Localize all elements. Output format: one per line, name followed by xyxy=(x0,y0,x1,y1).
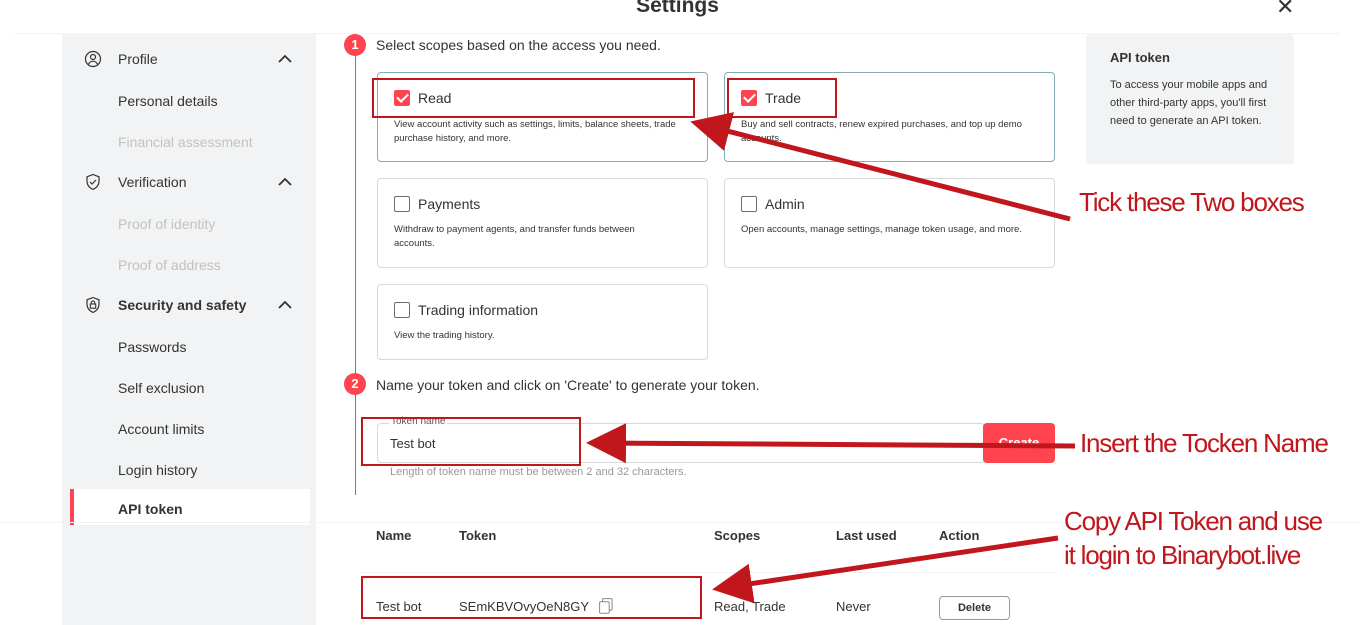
sidebar-group-label: Profile xyxy=(118,51,158,67)
step-2-badge: 2 xyxy=(344,373,366,395)
shield-check-icon xyxy=(86,173,100,191)
sidebar-group-label: Verification xyxy=(118,174,187,190)
annotation-highlight-token-name xyxy=(361,417,581,466)
step-2-text: Name your token and click on 'Create' to… xyxy=(376,377,760,393)
step-1-text: Select scopes based on the access you ne… xyxy=(376,37,661,53)
column-header-action: Action xyxy=(939,528,980,543)
scope-title: Trading information xyxy=(418,302,539,318)
delete-button[interactable]: Delete xyxy=(939,596,1010,620)
scope-title: Admin xyxy=(765,196,805,212)
annotation-highlight-token-row xyxy=(361,576,702,619)
annotation-copy-line-1: Copy API Token and use xyxy=(1064,506,1323,536)
scope-description: Withdraw to payment agents, and transfer… xyxy=(394,224,635,249)
sidebar-item-login-history[interactable]: Login history xyxy=(118,462,197,478)
scope-description: Buy and sell contracts, renew expired pu… xyxy=(741,119,1022,144)
api-token-info-box: API token To access your mobile apps and… xyxy=(1086,34,1294,164)
info-body: To access your mobile apps and other thi… xyxy=(1110,79,1268,127)
sidebar-group-label: Security and safety xyxy=(118,297,247,313)
sidebar-item-account-limits[interactable]: Account limits xyxy=(118,421,204,437)
sidebar-group-profile[interactable]: Profile xyxy=(62,44,316,74)
annotation-arrow-copy xyxy=(712,535,1059,604)
token-row-last-used: Never xyxy=(836,599,871,614)
scope-description: View the trading history. xyxy=(394,330,495,341)
scope-description: View account activity such as settings, … xyxy=(394,119,676,144)
scope-card-payments[interactable]: Payments Withdraw to payment agents, and… xyxy=(377,178,708,268)
chevron-up-icon[interactable] xyxy=(277,174,293,190)
user-icon xyxy=(84,50,102,68)
annotation-copy-line-2: it login to Binarybot.live xyxy=(1064,540,1301,570)
scope-card-trading-information[interactable]: Trading information View the trading his… xyxy=(377,284,708,360)
lock-icon xyxy=(86,296,100,314)
scope-title: Payments xyxy=(418,196,481,212)
column-header-scopes: Scopes xyxy=(714,528,761,543)
sidebar-item-proof-of-identity: Proof of identity xyxy=(118,216,216,232)
payments-checkbox[interactable] xyxy=(394,196,410,212)
sidebar-item-label: API token xyxy=(118,501,183,517)
sidebar-item-financial-assessment: Financial assessment xyxy=(118,134,253,150)
sidebar-item-personal-details[interactable]: Personal details xyxy=(118,93,218,109)
sidebar-item-proof-of-address: Proof of address xyxy=(118,257,221,273)
sidebar-item-self-exclusion[interactable]: Self exclusion xyxy=(118,380,204,396)
create-button[interactable]: Create xyxy=(983,423,1055,463)
chevron-up-icon[interactable] xyxy=(277,297,293,313)
sidebar-group-security[interactable]: Security and safety xyxy=(62,290,316,320)
sidebar-group-verification[interactable]: Verification xyxy=(62,167,316,197)
token-row-scopes: Read, Trade xyxy=(714,599,786,614)
step-connector xyxy=(355,52,356,495)
annotation-highlight-trade xyxy=(727,78,837,118)
annotation-tick-boxes: Tick these Two boxes xyxy=(1079,187,1305,217)
annotation-highlight-read xyxy=(372,78,695,118)
column-header-name: Name xyxy=(376,528,412,543)
scope-description: Open accounts, manage settings, manage t… xyxy=(741,224,1022,235)
admin-checkbox[interactable] xyxy=(741,196,757,212)
token-name-hint: Length of token name must be between 2 a… xyxy=(390,466,687,478)
chevron-up-icon[interactable] xyxy=(277,51,293,67)
trading-information-checkbox[interactable] xyxy=(394,302,410,318)
table-header-divider xyxy=(362,572,1054,573)
sidebar-item-passwords[interactable]: Passwords xyxy=(118,339,186,355)
close-icon[interactable]: ✕ xyxy=(1276,0,1294,18)
column-header-last-used: Last used xyxy=(836,528,897,543)
sidebar: Profile Personal details Financial asses… xyxy=(62,34,316,625)
scope-card-admin[interactable]: Admin Open accounts, manage settings, ma… xyxy=(724,178,1055,268)
sidebar-item-api-token[interactable]: API token xyxy=(70,489,310,525)
page-title: Settings xyxy=(636,0,719,17)
annotation-insert-name: Insert the Tocken Name xyxy=(1080,428,1329,458)
step-1-badge: 1 xyxy=(344,34,366,56)
column-header-token: Token xyxy=(459,528,497,543)
info-title: API token xyxy=(1110,50,1170,65)
